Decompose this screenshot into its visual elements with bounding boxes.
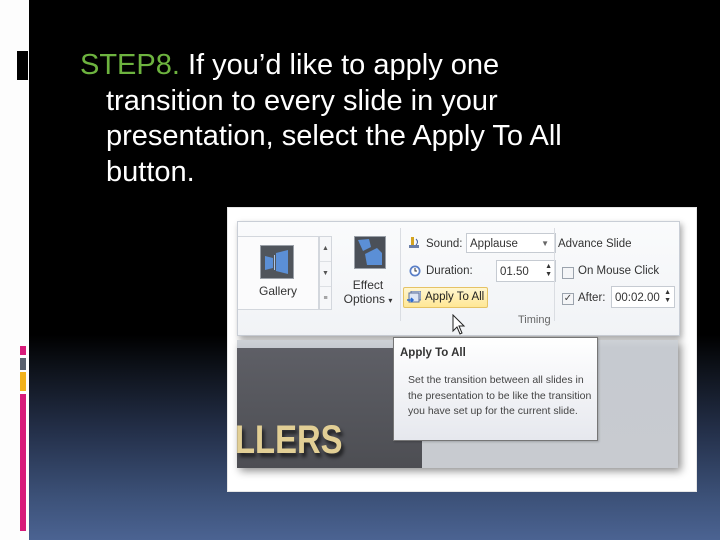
sound-dropdown[interactable]: Applause ▼ bbox=[466, 233, 556, 253]
slide-title: STEP8. If you’d like to apply one transi… bbox=[80, 48, 700, 190]
chevron-down-icon: ▼ bbox=[541, 239, 549, 248]
apply-to-all-tooltip: Apply To All Set the transition between … bbox=[393, 337, 598, 441]
timing-group-label: Timing bbox=[518, 314, 551, 326]
accent-bar-slate bbox=[20, 358, 26, 370]
embedded-screenshot: Gallery ▲ ▼ ≡ Effect Options ▾ Sound: Ap… bbox=[228, 208, 696, 491]
after-time-input[interactable]: 00:02.00 ▲ ▼ bbox=[611, 286, 675, 308]
accent-bar-amber bbox=[20, 372, 26, 391]
step-label: STEP8. bbox=[80, 49, 180, 81]
group-separator bbox=[400, 228, 401, 321]
title-line-1: STEP8. If you’d like to apply one bbox=[80, 49, 500, 81]
apply-to-all-button[interactable]: Apply To All bbox=[403, 287, 488, 308]
slide-marker bbox=[17, 51, 28, 80]
scroll-down-icon[interactable]: ▼ bbox=[320, 262, 331, 287]
effect-options-icon[interactable] bbox=[354, 236, 386, 269]
spinner-icon[interactable]: ▲ ▼ bbox=[545, 263, 552, 279]
tooltip-title: Apply To All bbox=[400, 347, 466, 359]
duration-input[interactable]: 01.50 ▲ ▼ bbox=[496, 260, 556, 282]
scroll-up-icon[interactable]: ▲ bbox=[320, 237, 331, 262]
speaker-icon bbox=[409, 236, 421, 248]
more-icon[interactable]: ≡ bbox=[320, 287, 331, 311]
spinner-icon[interactable]: ▲ ▼ bbox=[664, 289, 671, 305]
title-line-3: presentation, select the Apply To All bbox=[106, 120, 562, 152]
gallery-label: Gallery bbox=[258, 284, 297, 298]
on-mouse-click-label: On Mouse Click bbox=[578, 265, 660, 277]
clock-icon bbox=[409, 265, 421, 277]
slide-preview-text: LLERS bbox=[235, 418, 343, 462]
transitions-ribbon: Gallery ▲ ▼ ≡ Effect Options ▾ Sound: Ap… bbox=[237, 221, 680, 336]
gallery-scrollbar[interactable]: ▲ ▼ ≡ bbox=[319, 236, 332, 310]
on-mouse-click-checkbox[interactable] bbox=[562, 267, 574, 279]
tooltip-body: Set the transition between all slides in… bbox=[408, 374, 592, 417]
gallery-button[interactable]: Gallery bbox=[238, 236, 319, 310]
effect-options-button[interactable]: Effect Options ▾ bbox=[338, 278, 398, 308]
sound-label: Sound: bbox=[426, 238, 463, 250]
mouse-cursor-icon bbox=[452, 313, 466, 336]
duration-label: Duration: bbox=[426, 265, 473, 277]
transition-gallery-icon bbox=[260, 245, 294, 279]
advance-slide-label: Advance Slide bbox=[558, 238, 632, 250]
after-checkbox[interactable]: ✓ bbox=[562, 293, 574, 305]
accent-bar-magenta bbox=[20, 394, 26, 531]
title-line-4: button. bbox=[106, 155, 195, 188]
apply-to-all-icon bbox=[407, 290, 422, 304]
dropdown-arrow-icon: ▾ bbox=[388, 296, 393, 305]
accent-bar-magenta-top bbox=[20, 346, 26, 355]
group-separator bbox=[554, 228, 555, 321]
title-line-2: transition to every slide in your bbox=[106, 84, 498, 117]
after-label: After: bbox=[578, 292, 606, 304]
